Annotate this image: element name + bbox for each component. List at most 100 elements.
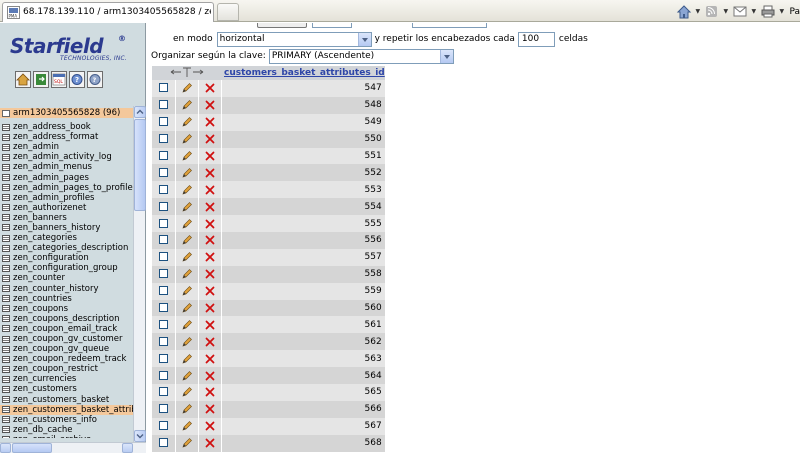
delete-icon[interactable] <box>204 234 216 246</box>
delete-icon[interactable] <box>204 82 216 94</box>
delete-icon[interactable] <box>204 167 216 179</box>
table-link[interactable]: zen_admin_activity_log <box>13 152 112 162</box>
table-icon[interactable] <box>2 355 10 363</box>
scroll-right-button[interactable] <box>122 443 133 453</box>
table-icon[interactable] <box>2 285 10 293</box>
table-link[interactable]: zen_coupon_redeem_track <box>13 354 126 364</box>
row-checkbox[interactable] <box>158 286 168 296</box>
table-link[interactable]: zen_configuration_group <box>13 263 118 273</box>
row-checkbox[interactable] <box>158 319 168 329</box>
table-link[interactable]: zen_customers_info <box>13 415 97 425</box>
pencil-icon[interactable] <box>181 437 193 449</box>
scroll-up-button[interactable] <box>134 106 146 118</box>
table-list-item[interactable]: zen_admin_profiles <box>0 193 133 203</box>
delete-icon[interactable] <box>204 150 216 162</box>
table-link[interactable]: zen_currencies <box>13 374 76 384</box>
table-icon[interactable] <box>2 153 10 161</box>
table-icon[interactable] <box>2 345 10 353</box>
sql-documentation-icon[interactable]: ? <box>87 71 103 88</box>
table-list-item[interactable]: zen_customers_basket_attributes <box>0 404 133 415</box>
table-icon[interactable] <box>2 163 10 171</box>
table-link[interactable]: zen_countries <box>13 294 72 304</box>
row-checkbox[interactable] <box>158 336 168 346</box>
table-list-item[interactable]: zen_coupon_restrict <box>0 364 133 374</box>
row-checkbox[interactable] <box>158 438 168 448</box>
table-icon[interactable] <box>2 214 10 222</box>
pencil-icon[interactable] <box>181 167 193 179</box>
row-checkbox[interactable] <box>158 117 168 127</box>
table-link[interactable]: zen_counter_history <box>13 284 99 294</box>
table-icon[interactable] <box>2 264 10 272</box>
table-icon[interactable] <box>2 295 10 303</box>
table-list-item[interactable]: zen_admin_pages <box>0 172 133 183</box>
pencil-icon[interactable] <box>181 386 193 398</box>
home-icon[interactable] <box>15 71 31 88</box>
repeat-headers-input[interactable]: 100 <box>517 31 555 47</box>
row-checkbox[interactable] <box>158 235 168 245</box>
feeds-dropdown-icon[interactable]: ▼ <box>723 8 729 15</box>
row-checkbox[interactable] <box>158 252 168 262</box>
table-link[interactable]: zen_admin_pages <box>13 173 89 183</box>
table-link[interactable]: zen_address_format <box>13 132 98 142</box>
table-link[interactable]: zen_customers_basket <box>13 395 109 405</box>
row-checkbox[interactable] <box>158 370 168 380</box>
pencil-icon[interactable] <box>181 234 193 246</box>
pencil-icon[interactable] <box>181 133 193 145</box>
pencil-icon[interactable] <box>181 285 193 297</box>
table-icon[interactable] <box>2 385 10 393</box>
table-list-item[interactable]: zen_email_archive <box>0 435 133 438</box>
table-list-item[interactable]: zen_counter_history <box>0 284 133 294</box>
table-icon[interactable] <box>2 254 10 262</box>
table-link[interactable]: zen_counter <box>13 273 65 283</box>
start-row-input-partial[interactable] <box>412 23 487 28</box>
table-list-item[interactable]: zen_coupon_gv_queue <box>0 344 133 354</box>
table-list-item[interactable]: zen_customers_basket <box>0 395 133 405</box>
delete-icon[interactable] <box>204 133 216 145</box>
table-icon[interactable] <box>2 375 10 383</box>
table-list-item[interactable]: zen_coupons_description <box>0 314 133 324</box>
browser-tab[interactable]: PMA 68.178.139.110 / arm1303405565828 / … <box>2 2 214 22</box>
table-icon[interactable] <box>2 396 10 404</box>
row-checkbox[interactable] <box>158 134 168 144</box>
table-icon[interactable] <box>2 335 10 343</box>
table-list-item[interactable]: zen_db_cache <box>0 425 133 435</box>
table-icon[interactable] <box>2 204 10 212</box>
table-icon[interactable] <box>2 184 10 192</box>
table-icon[interactable] <box>2 305 10 313</box>
table-icon[interactable] <box>2 406 10 414</box>
table-icon[interactable] <box>2 416 10 424</box>
new-tab-button[interactable] <box>217 3 239 21</box>
nav-vertical-scrollbar[interactable] <box>133 106 146 442</box>
table-link[interactable]: zen_admin_menus <box>13 162 92 172</box>
table-icon[interactable] <box>2 234 10 242</box>
row-checkbox[interactable] <box>158 151 168 160</box>
delete-icon[interactable] <box>204 116 216 128</box>
column-resize-arrows[interactable] <box>152 66 221 80</box>
row-checkbox[interactable] <box>158 201 168 211</box>
table-icon[interactable] <box>2 325 10 333</box>
pencil-icon[interactable] <box>181 116 193 128</box>
table-list-item[interactable]: zen_categories <box>0 233 133 243</box>
table-icon[interactable] <box>2 315 10 323</box>
table-icon[interactable] <box>2 174 10 182</box>
pencil-icon[interactable] <box>181 420 193 432</box>
table-list-item[interactable]: zen_address_book <box>0 122 133 132</box>
home-icon[interactable] <box>676 4 692 19</box>
table-icon[interactable] <box>2 426 10 434</box>
delete-icon[interactable] <box>204 251 216 263</box>
table-icon[interactable] <box>2 194 10 202</box>
table-list-item[interactable]: zen_coupons <box>0 304 133 314</box>
page-menu-button[interactable]: Pa <box>789 7 800 17</box>
table-icon[interactable] <box>2 436 10 438</box>
row-checkbox[interactable] <box>158 404 168 414</box>
row-checkbox[interactable] <box>158 421 168 431</box>
table-link[interactable]: zen_coupon_restrict <box>13 364 98 374</box>
table-icon[interactable] <box>2 244 10 252</box>
table-list-item[interactable]: zen_admin_pages_to_profiles <box>0 183 133 193</box>
table-list-item[interactable]: zen_customers <box>0 384 133 394</box>
row-checkbox[interactable] <box>158 100 168 110</box>
hscroll-thumb[interactable] <box>12 443 52 453</box>
table-link[interactable]: zen_coupon_email_track <box>13 324 117 334</box>
delete-icon[interactable] <box>204 285 216 297</box>
table-link[interactable]: zen_configuration <box>13 253 89 263</box>
